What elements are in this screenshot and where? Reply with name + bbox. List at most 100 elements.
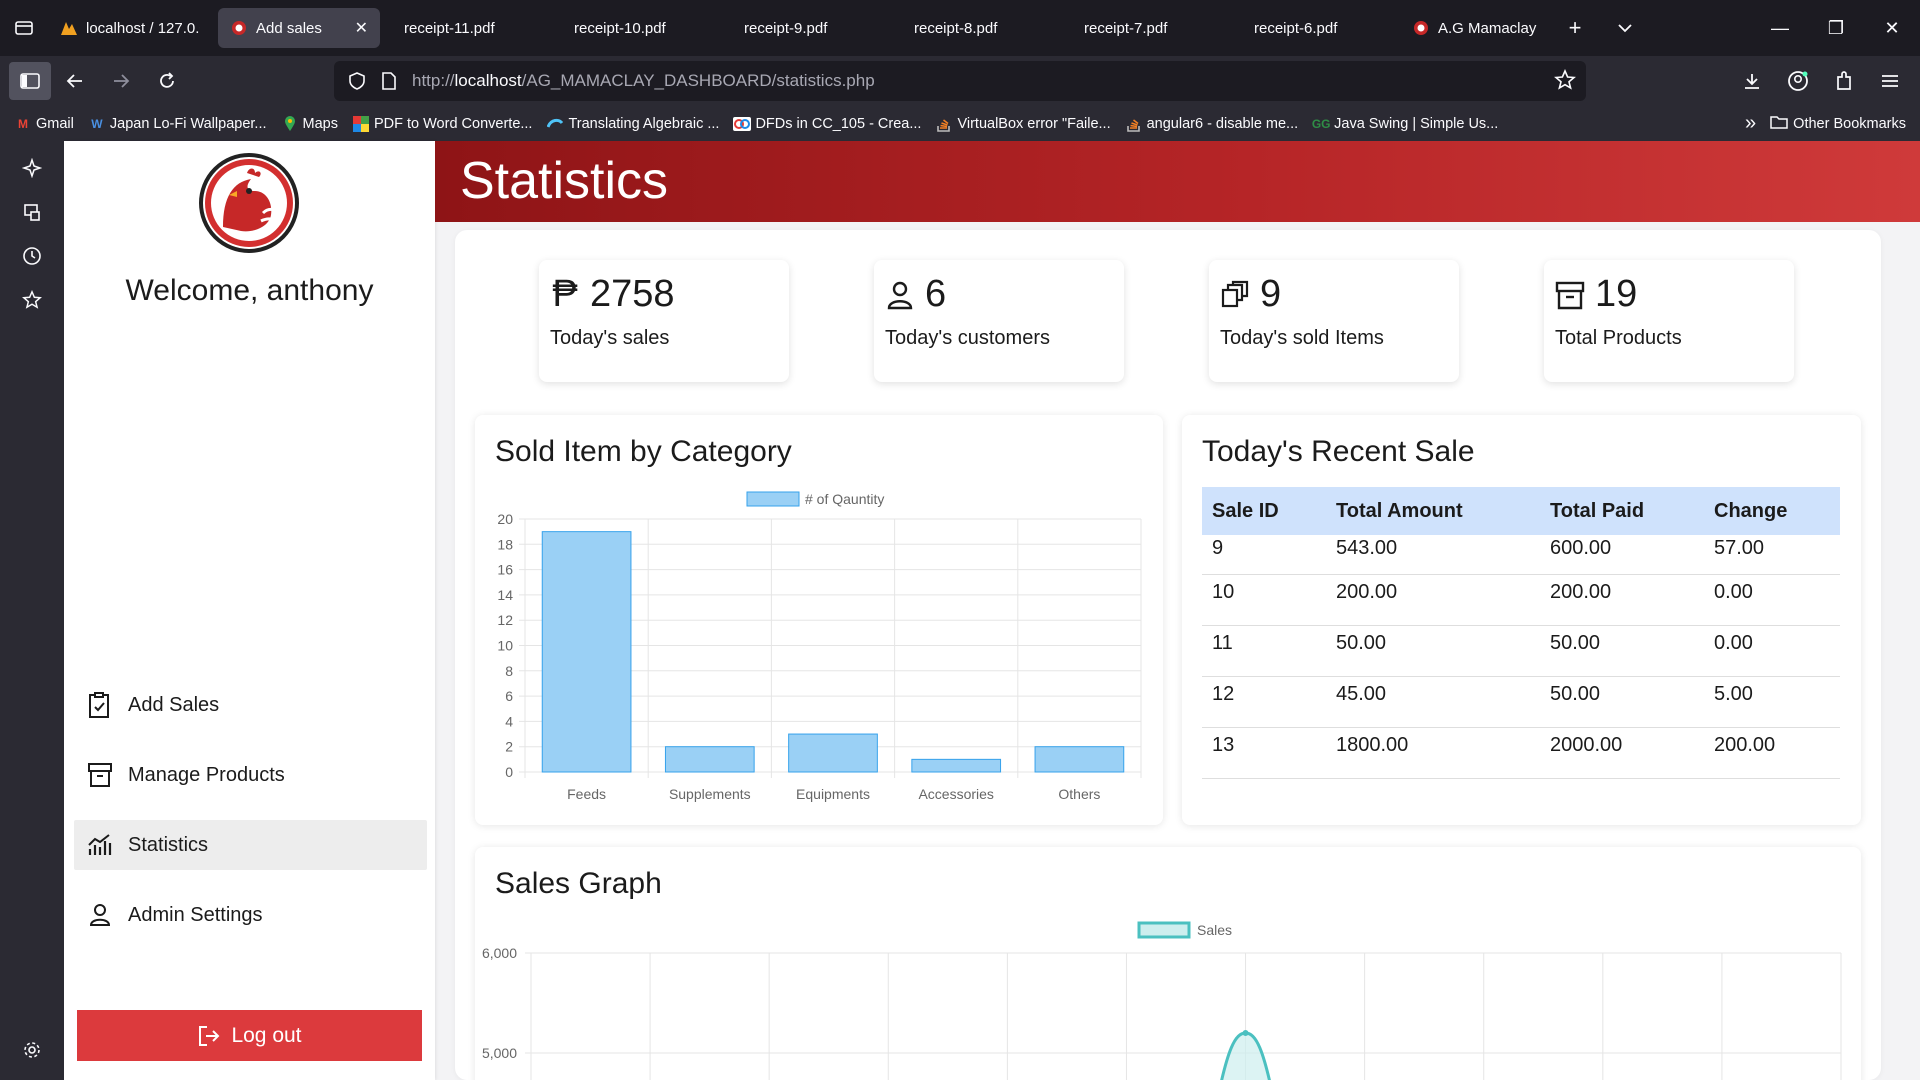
reload-icon (160, 72, 174, 88)
other-bookmarks[interactable]: Other Bookmarks (1793, 116, 1906, 132)
chevrons-right-icon[interactable]: » (1745, 112, 1756, 135)
bookmark-item[interactable]: VirtualBox error "Faile... (935, 116, 1111, 132)
table-cell: 543.00 (1326, 535, 1540, 575)
graph-icon (86, 831, 114, 859)
legend-label: Sales (1197, 922, 1232, 938)
menu-item-admin-settings[interactable]: Admin Settings (74, 890, 427, 940)
bookmark-label: Japan Lo-Fi Wallpaper... (109, 115, 267, 132)
close-window-button[interactable]: ✕ (1864, 0, 1920, 56)
menu-label: Manage Products (128, 763, 285, 786)
bookmark-item[interactable]: GG Java Swing | Simple Us... (1312, 116, 1498, 132)
account-button[interactable] (1776, 62, 1820, 100)
app-menu-button[interactable] (1868, 62, 1912, 100)
sidebar-toggle-button[interactable] (9, 62, 51, 100)
browser-tab[interactable]: receipt-10.pdf (550, 8, 720, 48)
new-tab-button[interactable]: + (1550, 0, 1600, 56)
browser-tab[interactable]: receipt-6.pdf (1230, 8, 1400, 48)
clock-icon (23, 247, 41, 265)
menu-item-add-sales[interactable]: Add Sales (74, 680, 427, 730)
browser-tab[interactable]: A.G Mamaclay Po (1400, 8, 1550, 48)
person-icon (885, 278, 915, 312)
tab-title: receipt-7.pdf (1084, 19, 1168, 37)
legend-swatch (746, 491, 800, 507)
recent-sale-panel: Today's Recent Sale Sale ID Total Amount… (1182, 415, 1861, 825)
sales-graph-panel: Sales Graph Sales 6,000 5,000 (475, 847, 1861, 1080)
bookmark-item[interactable]: M Gmail (14, 116, 74, 132)
browser-tab[interactable]: receipt-11.pdf (380, 8, 550, 48)
menu-item-manage-products[interactable]: Manage Products (74, 750, 427, 800)
logout-button[interactable]: Log out (77, 1010, 422, 1061)
category-bar-chart: # of Qauntity 0 2 4 6 8 10 12 14 16 18 20 Feeds Suppl… (497, 491, 1142, 802)
url-prefix: http:// (412, 71, 455, 90)
table-cell: 5.00 (1704, 676, 1840, 728)
restore-icon: ❐ (1827, 17, 1845, 38)
bookmark-item[interactable]: DFDs in CC_105 - Crea... (733, 116, 921, 132)
bookmark-item[interactable]: PDF to Word Converte... (352, 115, 533, 132)
minimize-button[interactable]: — (1752, 0, 1808, 56)
dfd-icon (733, 116, 752, 132)
table-row: 11 50.00 50.00 0.00 (1202, 625, 1840, 677)
reload-button[interactable] (145, 62, 189, 100)
browser-tab[interactable]: receipt-7.pdf (1060, 8, 1230, 48)
firefox-view-button[interactable] (0, 0, 48, 56)
rooster-logo (199, 153, 299, 253)
bookmarks-sidebar-button[interactable] (0, 278, 64, 322)
back-button[interactable] (53, 62, 97, 100)
stackoverflow-icon (935, 116, 953, 132)
url-bar[interactable]: http://localhost/AG_MAMACLAY_DASHBOARD/s… (334, 61, 1586, 101)
bookmark-label: Maps (302, 115, 338, 132)
puzzle-icon (1837, 71, 1851, 90)
y-tick-label: 6,000 (482, 945, 517, 961)
forward-button[interactable] (99, 62, 143, 100)
synced-tabs-button[interactable] (0, 190, 64, 234)
x-tick-label: Accessories (918, 786, 993, 802)
downloads-button[interactable] (1730, 62, 1774, 100)
bookmark-item[interactable]: angular6 - disable me... (1125, 115, 1299, 132)
bar (788, 733, 878, 773)
restore-button[interactable]: ❐ (1808, 0, 1864, 56)
sidebar-settings-button[interactable] (0, 1028, 64, 1072)
close-icon[interactable]: ✕ (355, 18, 368, 38)
stat-label: Today's sales (550, 327, 670, 349)
history-button[interactable] (0, 234, 64, 278)
bookmark-item[interactable]: Translating Algebraic ... (546, 116, 719, 132)
y-tick-label: 18 (497, 536, 513, 552)
phpmyadmin-icon (60, 19, 78, 37)
bookmark-label: Java Swing | Simple Us... (1334, 115, 1499, 132)
archive-box-icon (86, 761, 114, 789)
ai-chatbot-button[interactable] (0, 146, 64, 190)
recent-sale-table: Sale ID Total Amount Total Paid Change 9… (1202, 487, 1840, 779)
stat-card-sales: ₱ 2758 Today's sales (539, 260, 789, 382)
extensions-button[interactable] (1822, 62, 1866, 100)
browser-tab[interactable]: receipt-8.pdf (890, 8, 1060, 48)
list-all-tabs-button[interactable] (1600, 0, 1650, 56)
stackoverflow-icon (1125, 116, 1143, 132)
rooster-favicon-icon (230, 19, 248, 37)
tab-title: receipt-8.pdf (914, 19, 998, 37)
plus-icon: + (1568, 15, 1582, 40)
tab-title: receipt-11.pdf (404, 19, 495, 37)
tab-title: A.G Mamaclay Po (1438, 19, 1538, 37)
category-chart-panel: Sold Item by Category # of Qauntity 0 2 4 6 8… (475, 415, 1163, 825)
browser-tab[interactable]: receipt-9.pdf (720, 8, 890, 48)
y-tick-label: 2 (505, 739, 513, 755)
x-tick-label: Others (1058, 786, 1100, 802)
bookmark-item[interactable]: Maps (281, 115, 338, 132)
shield-icon[interactable] (342, 72, 372, 90)
toolbar-right (1728, 56, 1920, 106)
browser-tab[interactable]: localhost / 127.0.0 (48, 8, 212, 48)
y-tick-label: 0 (505, 764, 513, 780)
bookmarks-overflow: » Other Bookmarks (1745, 112, 1920, 135)
bookmark-label: Translating Algebraic ... (568, 115, 720, 132)
bookmark-label: angular6 - disable me... (1146, 115, 1299, 132)
folder-icon (1770, 115, 1788, 133)
browser-tab-active[interactable]: Add sales ✕ (218, 8, 380, 48)
bar (541, 531, 632, 773)
bookmark-star-icon[interactable] (1554, 68, 1576, 96)
stat-number: 19 (1595, 273, 1638, 315)
bookmark-item[interactable]: W Japan Lo-Fi Wallpaper... (88, 115, 267, 132)
logout-icon (199, 1025, 220, 1046)
menu-item-statistics[interactable]: Statistics (74, 820, 427, 870)
y-tick-label: 5,000 (482, 1045, 517, 1061)
bookmark-label: PDF to Word Converte... (373, 115, 533, 132)
